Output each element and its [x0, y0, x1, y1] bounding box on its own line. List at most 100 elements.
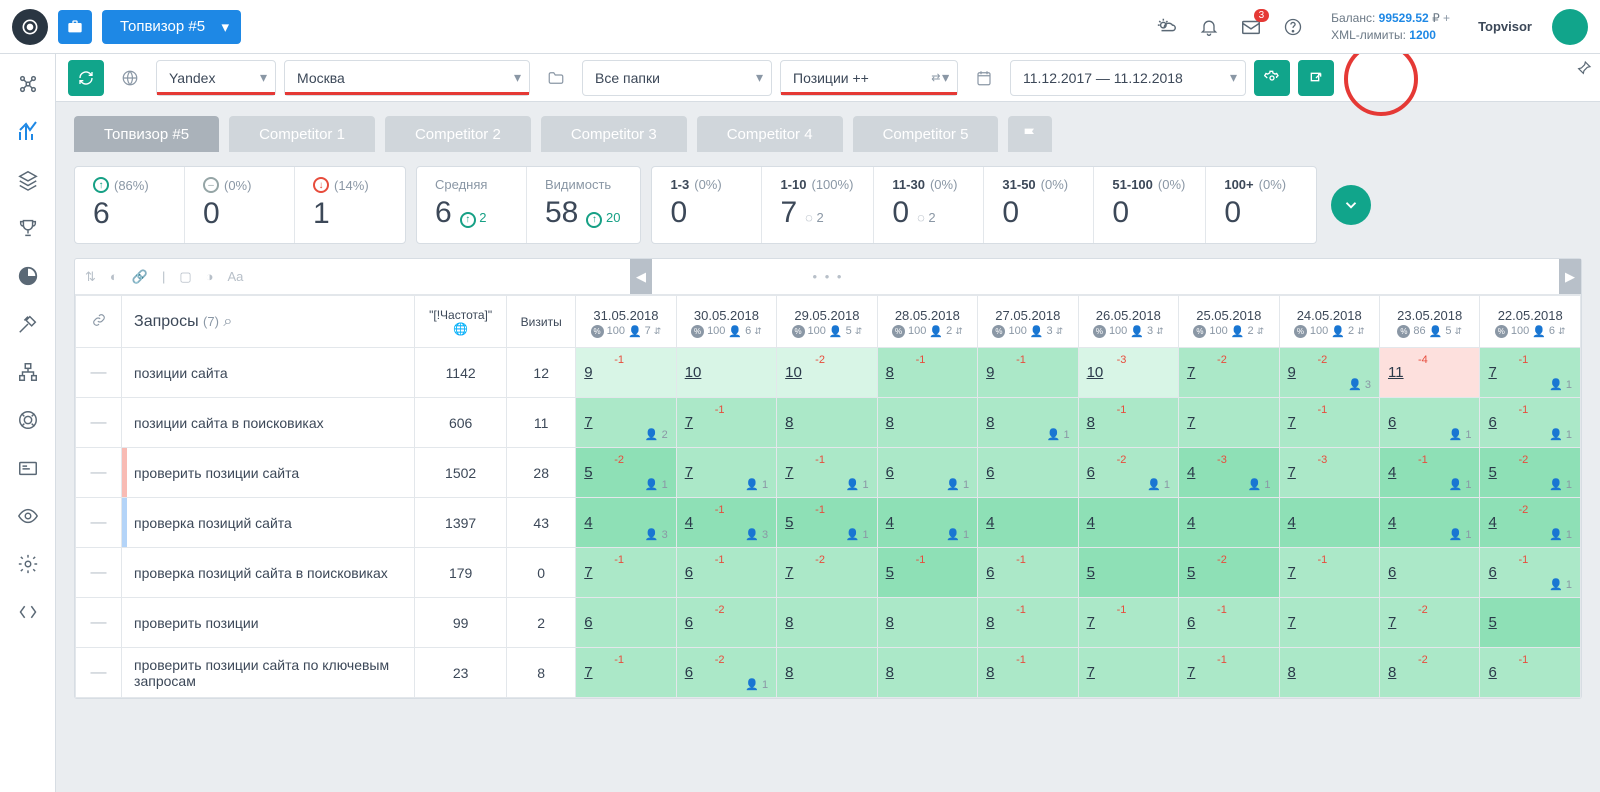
- position-cell[interactable]: 6-2👤 1: [1078, 448, 1178, 498]
- position-cell[interactable]: 6-2: [676, 598, 776, 648]
- th-frequency[interactable]: "[!Частота]"🌐: [415, 296, 507, 348]
- nav-positions-icon[interactable]: [6, 110, 50, 154]
- folder-icon[interactable]: [538, 60, 574, 96]
- date-range-dropdown[interactable]: 11.12.2017 — 11.12.2018: [1010, 60, 1246, 96]
- position-cell[interactable]: 7👤 1: [676, 448, 776, 498]
- th-date[interactable]: 29.05.2018%100 👤5 ⇵: [777, 296, 877, 348]
- folder-dropdown[interactable]: Все папки: [582, 60, 772, 96]
- th-date[interactable]: 24.05.2018%100 👤2 ⇵: [1279, 296, 1379, 348]
- position-cell[interactable]: 6👤 1: [1379, 398, 1479, 448]
- row-toggle[interactable]: —: [76, 548, 122, 598]
- position-cell[interactable]: 8: [1279, 648, 1379, 698]
- position-cell[interactable]: 8: [777, 598, 877, 648]
- position-cell[interactable]: 8: [877, 598, 977, 648]
- nav-layers-icon[interactable]: [6, 158, 50, 202]
- contrast-icon[interactable]: ◑: [206, 269, 214, 284]
- position-cell[interactable]: 8-2: [1379, 648, 1479, 698]
- position-cell[interactable]: 7-3: [1279, 448, 1379, 498]
- th-date[interactable]: 25.05.2018%100 👤2 ⇵: [1179, 296, 1279, 348]
- help-icon[interactable]: [1277, 11, 1309, 43]
- position-cell[interactable]: 9-2👤 3: [1279, 348, 1379, 398]
- stat-bucket[interactable]: 11-30 (0%)0 ◌ 2: [874, 167, 984, 243]
- nav-sitemap-icon[interactable]: [6, 350, 50, 394]
- th-date[interactable]: 23.05.2018%86 👤5 ⇵: [1379, 296, 1479, 348]
- nav-pie-icon[interactable]: [6, 254, 50, 298]
- position-cell[interactable]: 8: [777, 648, 877, 698]
- scroll-right-button[interactable]: ▶: [1559, 259, 1581, 294]
- stat-avg[interactable]: Видимость58 ↑ 20: [527, 167, 640, 243]
- nav-card-icon[interactable]: [6, 446, 50, 490]
- position-cell[interactable]: 6-1: [1179, 598, 1279, 648]
- settings-button[interactable]: [1254, 60, 1290, 96]
- position-cell[interactable]: 7👤 2: [576, 398, 676, 448]
- position-cell[interactable]: 4: [1279, 498, 1379, 548]
- position-cell[interactable]: 6-1: [978, 548, 1078, 598]
- position-cell[interactable]: 4-2👤 1: [1480, 498, 1581, 548]
- query-cell[interactable]: проверить позиции сайта: [122, 448, 415, 498]
- position-cell[interactable]: 5-2: [1179, 548, 1279, 598]
- user-name[interactable]: Topvisor: [1478, 19, 1532, 34]
- sort-icon[interactable]: ⇅: [85, 269, 96, 285]
- position-cell[interactable]: 7-2: [1179, 348, 1279, 398]
- window-icon[interactable]: ▢: [179, 269, 191, 285]
- position-cell[interactable]: 4-1👤 3: [676, 498, 776, 548]
- position-cell[interactable]: 6: [978, 448, 1078, 498]
- position-cell[interactable]: 7-1: [576, 648, 676, 698]
- row-toggle[interactable]: —: [76, 498, 122, 548]
- calendar-icon[interactable]: [966, 60, 1002, 96]
- nav-eye-icon[interactable]: [6, 494, 50, 538]
- query-cell[interactable]: позиции сайта: [122, 348, 415, 398]
- stat-movement[interactable]: ↓(14%)1: [295, 167, 405, 243]
- tab-competitor-4[interactable]: Competitor 4: [697, 116, 843, 152]
- position-cell[interactable]: 6👤 1: [877, 448, 977, 498]
- row-toggle[interactable]: —: [76, 348, 122, 398]
- position-cell[interactable]: 8-1: [877, 348, 977, 398]
- stat-bucket[interactable]: 51-100 (0%)0: [1094, 167, 1206, 243]
- aa-icon[interactable]: Aa: [228, 269, 244, 284]
- toggle-icon[interactable]: ◐: [110, 269, 118, 284]
- stat-bucket[interactable]: 1-10 (100%)7 ◌ 2: [762, 167, 874, 243]
- position-cell[interactable]: 7-1: [1279, 548, 1379, 598]
- link-icon[interactable]: 🔗: [132, 269, 148, 285]
- row-toggle[interactable]: —: [76, 398, 122, 448]
- region-dropdown[interactable]: Москва: [284, 60, 530, 96]
- position-cell[interactable]: 7-1: [676, 398, 776, 448]
- position-cell[interactable]: 8-1: [978, 648, 1078, 698]
- drag-handle[interactable]: • • •: [813, 269, 844, 284]
- position-cell[interactable]: 4: [1179, 498, 1279, 548]
- position-cell[interactable]: 7-1: [1179, 648, 1279, 698]
- tab-flag-icon[interactable]: [1008, 116, 1052, 152]
- position-cell[interactable]: 8👤 1: [978, 398, 1078, 448]
- nav-gavel-icon[interactable]: [6, 302, 50, 346]
- export-button[interactable]: [1298, 60, 1334, 96]
- position-cell[interactable]: 6-2👤 1: [676, 648, 776, 698]
- nav-trophy-icon[interactable]: [6, 206, 50, 250]
- th-date[interactable]: 30.05.2018%100 👤6 ⇵: [676, 296, 776, 348]
- position-cell[interactable]: 5-2👤 1: [1480, 448, 1581, 498]
- position-cell[interactable]: 8: [877, 398, 977, 448]
- tab-competitor-1[interactable]: Competitor 1: [229, 116, 375, 152]
- mail-icon[interactable]: 3: [1235, 11, 1267, 43]
- th-date[interactable]: 26.05.2018%100 👤3 ⇵: [1078, 296, 1178, 348]
- position-cell[interactable]: 7-1: [1078, 598, 1178, 648]
- position-cell[interactable]: 6-1👤 1: [1480, 398, 1581, 448]
- pin-icon[interactable]: [1576, 60, 1592, 79]
- query-cell[interactable]: проверить позиции: [122, 598, 415, 648]
- position-cell[interactable]: 10-2: [777, 348, 877, 398]
- position-cell[interactable]: 5-1: [877, 548, 977, 598]
- position-cell[interactable]: 5: [1480, 598, 1581, 648]
- position-cell[interactable]: 6-1👤 1: [1480, 548, 1581, 598]
- query-cell[interactable]: позиции сайта в поисковиках: [122, 398, 415, 448]
- position-cell[interactable]: 7-2: [777, 548, 877, 598]
- position-cell[interactable]: 7-1👤 1: [777, 448, 877, 498]
- tab-main[interactable]: Топвизор #5: [74, 116, 219, 152]
- position-cell[interactable]: 6: [1379, 548, 1479, 598]
- position-cell[interactable]: 4👤 3: [576, 498, 676, 548]
- engine-dropdown[interactable]: Yandex: [156, 60, 276, 96]
- position-cell[interactable]: 7-1👤 1: [1480, 348, 1581, 398]
- expand-stats-button[interactable]: [1331, 185, 1371, 225]
- position-cell[interactable]: 6-1: [676, 548, 776, 598]
- scroll-left-button[interactable]: ◀: [630, 259, 652, 294]
- globe-icon[interactable]: [112, 60, 148, 96]
- stat-avg[interactable]: Средняя6 ↑ 2: [417, 167, 527, 243]
